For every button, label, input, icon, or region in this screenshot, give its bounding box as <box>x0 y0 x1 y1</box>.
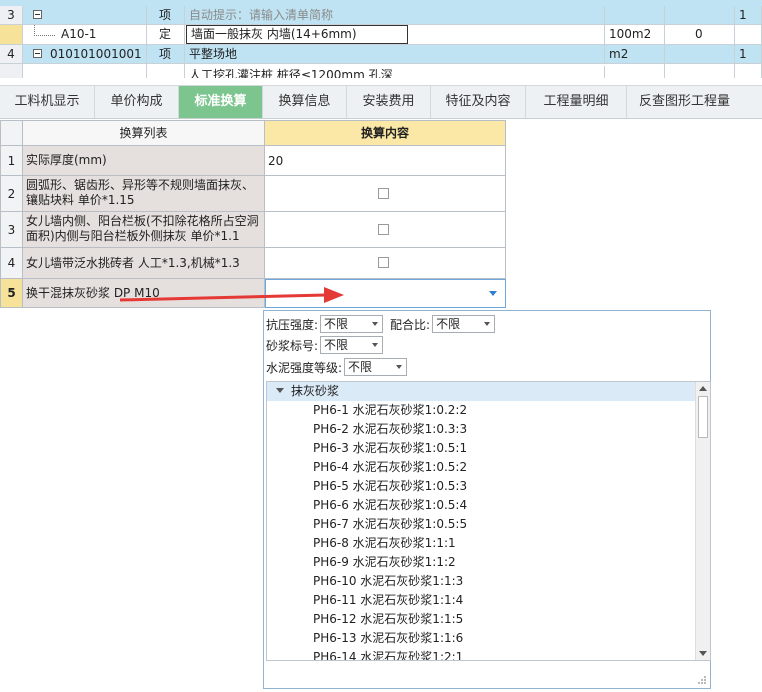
filter-row-2: 砂浆标号: 不限 <box>266 335 384 355</box>
ratio-value: 不限 <box>436 317 461 331</box>
list-item[interactable]: PH6-13 水泥石灰砂浆1:1:6 <box>313 629 463 648</box>
chevron-down-icon <box>484 322 491 326</box>
list-item[interactable]: PH6-4 水泥石灰砂浆1:0.5:2 <box>313 458 467 477</box>
list-item[interactable]: PH6-7 水泥石灰砂浆1:0.5:5 <box>313 515 467 534</box>
list-item[interactable]: PH6-3 水泥石灰砂浆1:0.5:1 <box>313 439 467 458</box>
mortar-grade-select[interactable]: 不限 <box>320 336 384 354</box>
panel-footer <box>266 662 709 687</box>
list-item[interactable]: PH6-5 水泥石灰砂浆1:0.5:3 <box>313 477 467 496</box>
list-item[interactable]: PH6-12 水泥石灰砂浆1:1:5 <box>313 610 463 629</box>
strength-value: 不限 <box>324 317 349 331</box>
list-group-header[interactable]: 抹灰砂浆 <box>267 382 696 401</box>
strength-select[interactable]: 不限 <box>320 315 384 333</box>
list-item[interactable]: PH6-1 水泥石灰砂浆1:0.2:2 <box>313 401 467 420</box>
cement-grade-select[interactable]: 不限 <box>344 358 408 376</box>
list-item[interactable]: PH6-14 水泥石灰砂浆1:2:1 <box>313 648 463 660</box>
chevron-down-icon <box>372 322 379 326</box>
mortar-grade-label: 砂浆标号: <box>266 338 319 353</box>
mortar-grade-value: 不限 <box>324 338 349 352</box>
list-item[interactable]: PH6-2 水泥石灰砂浆1:0.3:3 <box>313 420 467 439</box>
scroll-up-icon[interactable] <box>699 386 707 391</box>
scrollbar-thumb[interactable] <box>698 396 708 438</box>
cement-grade-value: 不限 <box>348 360 373 374</box>
ratio-select[interactable]: 不限 <box>432 315 496 333</box>
mortar-picker-panel: 抗压强度: 不限 配合比: 不限 砂浆标号: 不限 水泥强度等级: 不限 抹灰砂… <box>263 310 711 689</box>
chevron-down-icon <box>372 343 379 347</box>
list-item[interactable]: PH6-10 水泥石灰砂浆1:1:3 <box>313 572 463 591</box>
filter-row-3: 水泥强度等级: 不限 <box>266 357 408 377</box>
list-item[interactable]: PH6-8 水泥石灰砂浆1:1:1 <box>313 534 456 553</box>
chevron-down-icon <box>396 365 403 369</box>
strength-label: 抗压强度: <box>266 317 319 332</box>
scroll-down-icon[interactable] <box>699 651 707 656</box>
chevron-down-icon[interactable] <box>276 388 284 393</box>
list-item[interactable]: PH6-9 水泥石灰砂浆1:1:2 <box>313 553 456 572</box>
filter-row-1: 抗压强度: 不限 配合比: 不限 <box>266 314 496 334</box>
mortar-list[interactable]: 抹灰砂浆 PH6-1 水泥石灰砂浆1:0.2:2 PH6-2 水泥石灰砂浆1:0.… <box>266 381 711 661</box>
group-label: 抹灰砂浆 <box>291 384 340 398</box>
resize-grip-icon[interactable] <box>697 675 707 685</box>
cement-grade-label: 水泥强度等级: <box>266 360 343 375</box>
list-item[interactable]: PH6-11 水泥石灰砂浆1:1:4 <box>313 591 463 610</box>
ratio-label: 配合比: <box>390 317 431 332</box>
vertical-scrollbar[interactable] <box>695 382 710 660</box>
list-item[interactable]: PH6-6 水泥石灰砂浆1:0.5:4 <box>313 496 467 515</box>
